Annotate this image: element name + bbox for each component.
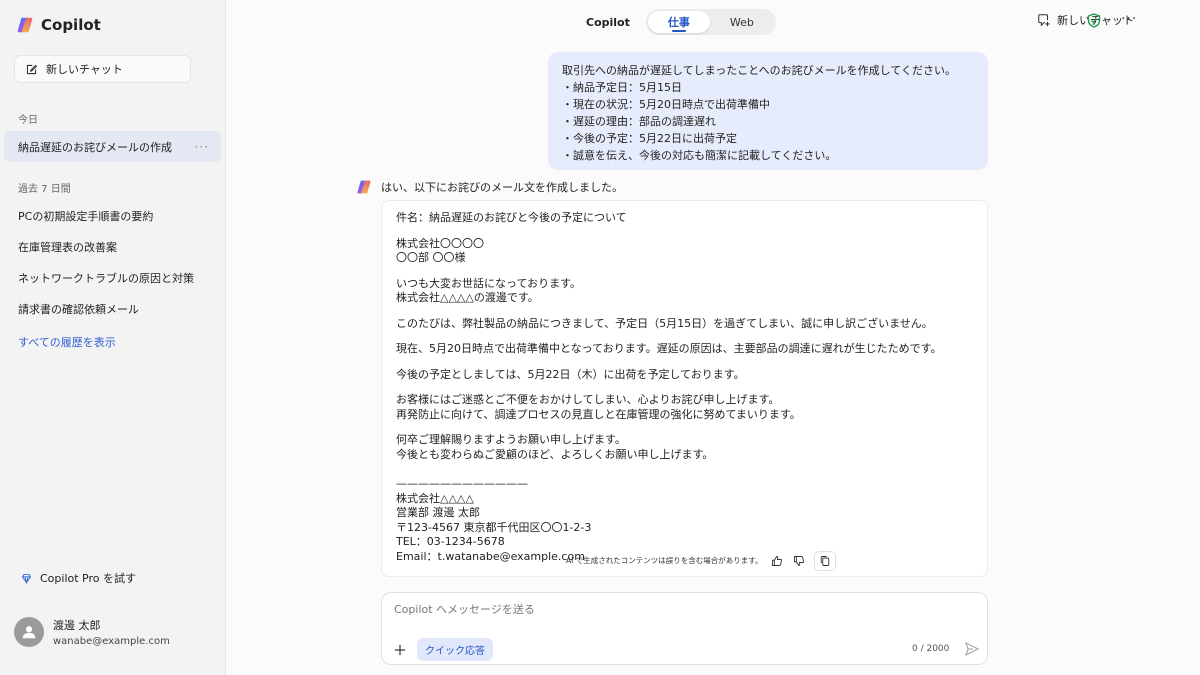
signature-tel: TEL：03-1234-5678 [396,535,505,548]
copilot-pro-label: Copilot Pro を試す [40,572,136,585]
assistant-intro: はい、以下にお詫びのメール文を作成しました。 [356,179,623,195]
user-name: 渡邊 太郎 [53,619,101,632]
copilot-pro-link[interactable]: Copilot Pro を試す [20,570,136,586]
thumbs-up-icon[interactable] [770,554,784,568]
email-line: 現在、5月20日時点で出荷準備中となっております。遅延の原因は、主要部品の調達に… [396,342,942,355]
prompt-line: ・納品予定日：5月15日 [562,81,682,94]
message-input[interactable] [394,603,974,616]
message-composer: クイック応答 0 / 2000 [381,592,988,665]
email-line: いつも大変お世話になっております。 [396,276,582,290]
signature-address: 〒123-4567 東京都千代田区〇〇1-2-3 [396,520,592,534]
plus-icon[interactable] [389,639,411,661]
email-status: 現在、5月20日時点で出荷準備中となっております。遅延の原因は、主要部品の調達に… [396,342,973,357]
email-line: 再発防止に向けて、調達プロセスの見直しと在庫管理の強化に努めてまいります。 [396,407,801,421]
prompt-line: ・今後の予定：5月22日に出荷予定 [562,132,737,145]
more-options-icon[interactable]: ··· [195,140,209,154]
section-today: 今日 [18,115,38,126]
send-icon[interactable] [964,641,980,657]
app-window: Copilot 新しいチャット 今日 納品遅延のお詫びメールの作成 ··· 過去… [0,0,1200,675]
history-item-label: 在庫管理表の改善案 [18,240,117,254]
response-footer: AI で生成されたコンテンツは誤りを含む場合があります。 [566,551,837,571]
user-icon [22,626,36,639]
new-chat-icon [1038,14,1050,27]
email-line: 〇〇部 〇〇様 [396,251,466,264]
email-subject: 件名：納品遅延のお詫びと今後の予定について [396,211,973,226]
brand[interactable]: Copilot [16,16,101,34]
signature-company: 株式会社△△△△ [396,491,474,505]
email-line: 株式会社〇〇〇〇 [396,236,484,250]
history-item[interactable]: 請求書の確認依頼メール [4,293,221,324]
history-item[interactable]: 在庫管理表の改善案 [4,231,221,262]
copy-icon [821,556,830,566]
email-apology: このたびは、弊社製品の納品につきまして、予定日（5月15日）を過ぎてしまい、誠に… [396,317,973,332]
history-item-label: 請求書の確認依頼メール [18,302,139,316]
email-line: 株式会社△△△△の渡邊です。 [396,291,539,304]
section-past-7-days: 過去 7 日間 [18,184,71,195]
tab-work[interactable]: 仕事 [647,11,710,33]
topbar-new-chat-button[interactable]: 新しいチャット [1037,12,1134,28]
email-closing: 何卒ご理解賜りますようお願い申し上げます。 今後とも変わらぬご愛顧のほど、よろし… [396,433,973,462]
sidebar: Copilot 新しいチャット 今日 納品遅延のお詫びメールの作成 ··· 過去… [0,0,226,675]
user-profile[interactable]: 渡邊 太郎 wanabe@example.com [14,617,170,647]
edit-icon [26,64,38,74]
history-item-label: 納品遅延のお詫びメールの作成 [18,140,172,154]
mode-toggle: 仕事 Web [645,9,776,35]
email-prevention: お客様にはご迷惑とご不便をおかけしてしまい、心よりお詫び申し上げます。 再発防止… [396,393,973,422]
thumbs-down-icon[interactable] [792,554,806,568]
email-greeting: いつも大変お世話になっております。 株式会社△△△△の渡邊です。 [396,277,973,306]
signature-name: 営業部 渡邊 太郎 [396,506,480,519]
prompt-line: ・現在の状況：5月20日時点で出荷準備中 [562,98,770,111]
copy-button[interactable] [814,551,837,571]
main-area: Copilot 仕事 Web 新しいチャット ··· 取引先への納品が遅延してし… [226,0,1200,675]
user-message: 取引先への納品が遅延してしまったことへのお詫びメールを作成してください。 ・納品… [548,52,988,170]
new-chat-button[interactable]: 新しいチャット [14,55,191,83]
prompt-line: ・誠意を伝え、今後の対応も簡潔に記載してください。 [562,149,837,162]
quick-reply-button[interactable]: クイック応答 [417,638,493,661]
history-item-label: PCの初期設定手順書の要約 [18,209,154,223]
show-all-history-link[interactable]: すべての履歴を表示 [18,334,116,350]
copilot-logo-icon [17,17,33,33]
user-email: wanabe@example.com [53,636,170,647]
email-schedule: 今後の予定としましては、5月22日（木）に出荷を予定しております。 [396,368,973,383]
email-line: 今後とも変わらぬご愛顧のほど、よろしくお願い申し上げます。 [396,447,714,461]
history-item[interactable]: ネットワークトラブルの原因と対策 [4,262,221,293]
email-line: 今後の予定としましては、5月22日（木）に出荷を予定しております。 [396,367,745,381]
brand-name: Copilot [41,16,101,34]
history-item-label: ネットワークトラブルの原因と対策 [18,271,194,285]
user-info: 渡邊 太郎 wanabe@example.com [53,617,170,647]
mode-switcher: Copilot 仕事 Web [586,9,776,35]
ai-disclaimer: AI で生成されたコンテンツは誤りを含む場合があります。 [566,555,763,565]
tab-web[interactable]: Web [710,11,774,33]
topbar-title: Copilot [586,15,630,29]
new-chat-label: 新しいチャット [46,63,123,76]
assistant-response-card: 件名：納品遅延のお詫びと今後の予定について 株式会社〇〇〇〇 〇〇部 〇〇様 い… [381,200,988,577]
signature-divider: ———————————— [396,477,528,490]
history-item-active[interactable]: 納品遅延のお詫びメールの作成 ··· [4,131,221,162]
prompt-line: 取引先への納品が遅延してしまったことへのお詫びメールを作成してください。 [562,64,957,77]
history-item[interactable]: PCの初期設定手順書の要約 [4,200,221,231]
more-menu-icon[interactable]: ··· [1121,11,1137,27]
email-recipient: 株式会社〇〇〇〇 〇〇部 〇〇様 [396,237,973,266]
shield-icon[interactable] [1087,13,1101,28]
email-line: お客様にはご迷惑とご不便をおかけしてしまい、心よりお詫び申し上げます。 [396,393,780,406]
copilot-logo-icon [357,180,371,194]
email-line: 何卒ご理解賜りますようお願い申し上げます。 [396,433,626,446]
prompt-line: ・遅延の理由：部品の調達遅れ [562,115,716,128]
char-counter: 0 / 2000 [912,644,950,654]
assistant-intro-text: はい、以下にお詫びのメール文を作成しました。 [381,181,623,194]
email-line: 件名：納品遅延のお詫びと今後の予定について [396,211,627,224]
email-line: このたびは、弊社製品の納品につきまして、予定日（5月15日）を過ぎてしまい、誠に… [396,316,933,330]
gem-icon [21,573,32,584]
avatar [14,617,44,647]
